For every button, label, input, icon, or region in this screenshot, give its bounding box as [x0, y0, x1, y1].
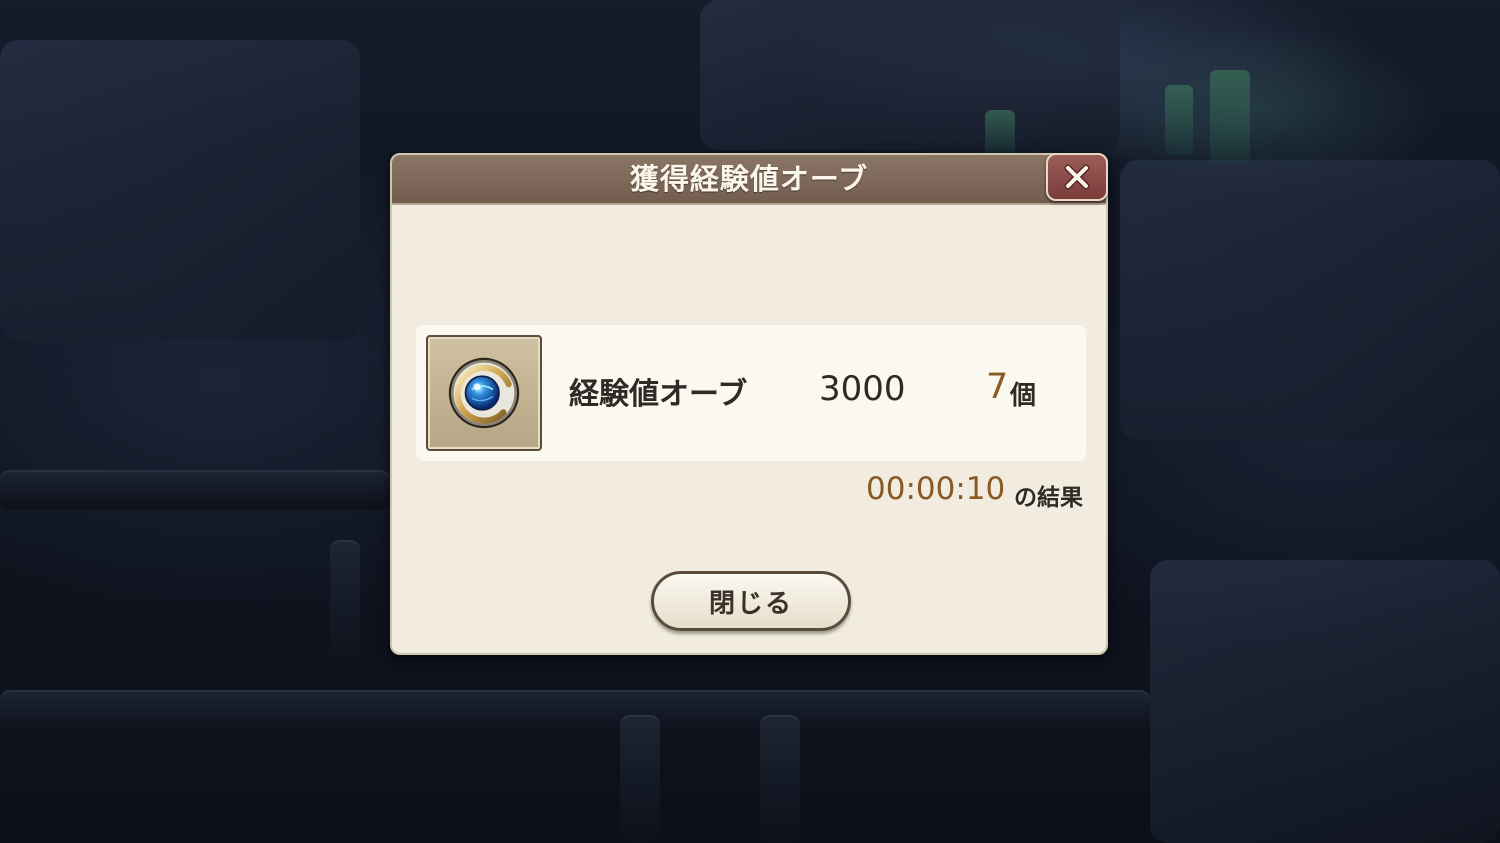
- reward-row: 経験値オーブ 3000 7 個: [416, 325, 1086, 461]
- reward-dialog: 獲得経験値オーブ 経験値オーブ 3000 7 個 00:00:10 の結果 閉じ…: [390, 153, 1108, 655]
- reward-item-name: 経験値オーブ: [569, 377, 748, 412]
- reward-item-count: 7: [986, 367, 1009, 407]
- dialog-close-button[interactable]: [1046, 153, 1108, 201]
- result-label: の結果: [1014, 485, 1083, 511]
- close-x-icon: [1064, 164, 1090, 190]
- reward-item-unit: 個: [1010, 381, 1037, 411]
- experience-orb-icon: [448, 357, 520, 429]
- dialog-header: 獲得経験値オーブ: [392, 155, 1106, 205]
- dialog-title: 獲得経験値オーブ: [629, 162, 869, 196]
- reward-item-value: 3000: [819, 369, 906, 409]
- reward-item-frame: [426, 335, 542, 451]
- close-button[interactable]: 閉じる: [651, 571, 851, 631]
- close-button-label: 閉じる: [708, 588, 793, 619]
- result-time: 00:00:10: [866, 471, 1006, 507]
